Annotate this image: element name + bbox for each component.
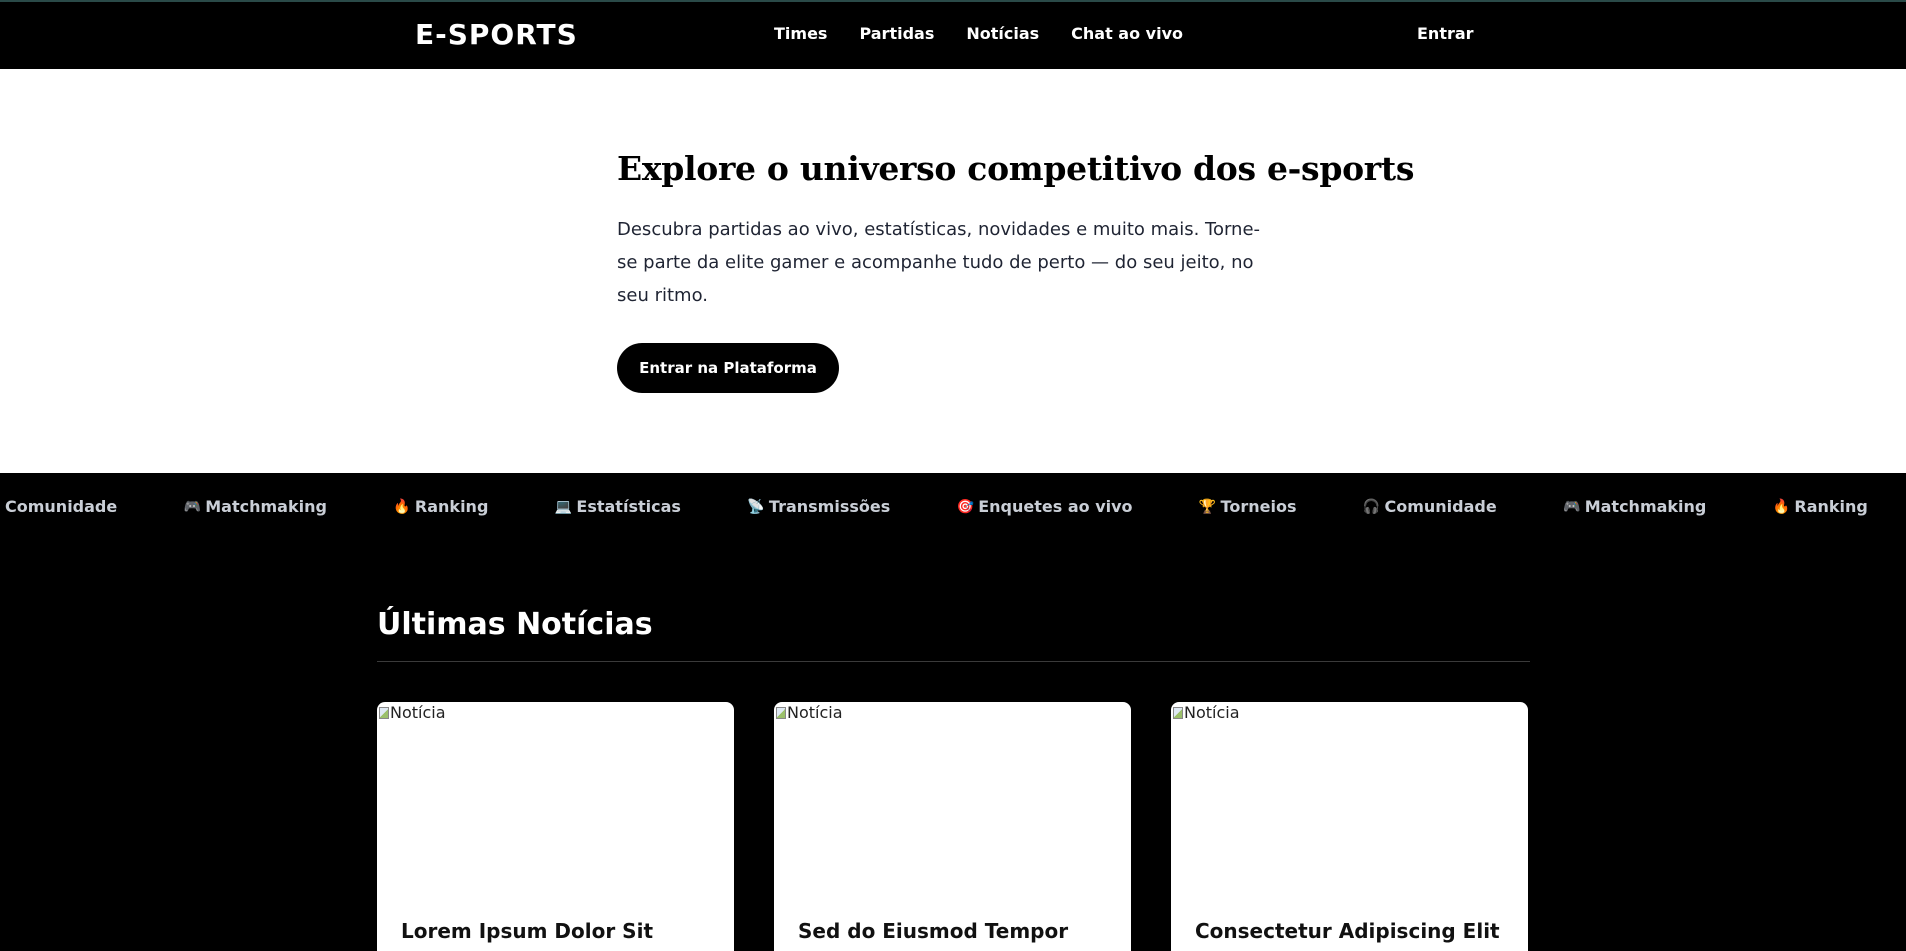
gamepad-icon: 🎮: [183, 498, 201, 515]
ticker-item: 📡 Transmissões: [747, 497, 890, 516]
ticker-item: 🏆 Torneios: [1199, 497, 1297, 516]
ticker-item: 🎧 Comunidade: [1362, 497, 1497, 516]
news-card-title[interactable]: Consectetur Adipiscing Elit: [1195, 919, 1500, 943]
news-card-title[interactable]: Sed do Eiusmod Tempor: [798, 919, 1068, 943]
navbar: E-SPORTS Times Partidas Notícias Chat ao…: [0, 0, 1906, 69]
ticker-item-label: Comunidade: [1384, 497, 1497, 516]
ticker-item-label: Estatísticas: [576, 497, 681, 516]
ticker-item-label: Matchmaking: [1584, 497, 1707, 516]
nav-link-chat[interactable]: Chat ao vivo: [1071, 24, 1183, 43]
hero-description: Descubra partidas ao vivo, estatísticas,…: [617, 219, 1261, 306]
news-card-image: Notícia: [377, 702, 734, 882]
news-card[interactable]: Notícia Sed do Eiusmod Tempor: [774, 702, 1131, 951]
trophy-icon: 🏆: [1198, 498, 1217, 515]
ticker-item-label: Matchmaking: [205, 497, 327, 516]
news-card-image-alt: Notícia: [1184, 703, 1240, 722]
ticker-item: 🔥 Ranking: [393, 497, 488, 516]
news-section-title: Últimas Notícias: [377, 607, 653, 642]
laptop-icon: 💻: [554, 498, 573, 515]
main-nav: Times Partidas Notícias Chat ao vivo: [774, 24, 1183, 43]
ticker-item-label: Transmissões: [768, 497, 891, 516]
fire-icon: 🔥: [1772, 498, 1791, 515]
login-link[interactable]: Entrar: [1417, 24, 1474, 43]
ticker-item: 🎮 Matchmaking: [183, 497, 327, 516]
gamepad-icon: 🎮: [1562, 498, 1581, 515]
fire-icon: 🔥: [393, 498, 411, 515]
hero-title: Explore o universo competitivo dos e-spo…: [617, 149, 1415, 188]
news-card-image: Notícia: [774, 702, 1131, 882]
broken-image-icon: [379, 707, 389, 719]
news-card-image-alt: Notícia: [390, 703, 446, 722]
broken-image-icon: [776, 707, 786, 719]
ticker-item-label: Torneios: [1220, 497, 1297, 516]
ticker-item-label: Enquetes ao vivo: [978, 497, 1133, 516]
ticker-item: 🎯 Enquetes ao vivo: [956, 497, 1133, 516]
ticker-item: 🎮 Matchmaking: [1562, 497, 1707, 516]
hero-section: Explore o universo competitivo dos e-spo…: [0, 69, 1906, 473]
news-card-title[interactable]: Lorem Ipsum Dolor Sit: [401, 919, 653, 943]
ticker-item: 💻 Estatísticas: [554, 497, 681, 516]
nav-link-partidas[interactable]: Partidas: [859, 24, 934, 43]
ticker-track: Comunidade 🎮 Matchmaking 🔥 Ranking 💻 Estatísti…: [5, 497, 1906, 516]
ticker-item-label: Ranking: [1794, 497, 1868, 516]
ticker-item-label: Ranking: [414, 497, 489, 516]
headphones-icon: 🎧: [1362, 498, 1381, 515]
target-icon: 🎯: [956, 498, 974, 515]
features-ticker: Comunidade 🎮 Matchmaking 🔥 Ranking 💻 Estatísti…: [0, 473, 1906, 543]
news-card[interactable]: Notícia Lorem Ipsum Dolor Sit: [377, 702, 734, 951]
enter-platform-button[interactable]: Entrar na Plataforma: [617, 343, 839, 393]
nav-link-times[interactable]: Times: [774, 24, 827, 43]
news-card-image-alt: Notícia: [787, 703, 843, 722]
broken-image-icon: [1173, 707, 1183, 719]
ticker-item: 🔥 Ranking: [1772, 497, 1868, 516]
news-card-image: Notícia: [1171, 702, 1528, 882]
nav-link-noticias[interactable]: Notícias: [966, 24, 1039, 43]
news-divider: [377, 661, 1530, 662]
news-card[interactable]: Notícia Consectetur Adipiscing Elit: [1171, 702, 1528, 951]
site-logo[interactable]: E-SPORTS: [415, 18, 578, 51]
ticker-item: Comunidade: [5, 497, 117, 516]
ticker-item-label: Comunidade: [5, 497, 118, 516]
satellite-icon: 📡: [747, 498, 765, 515]
